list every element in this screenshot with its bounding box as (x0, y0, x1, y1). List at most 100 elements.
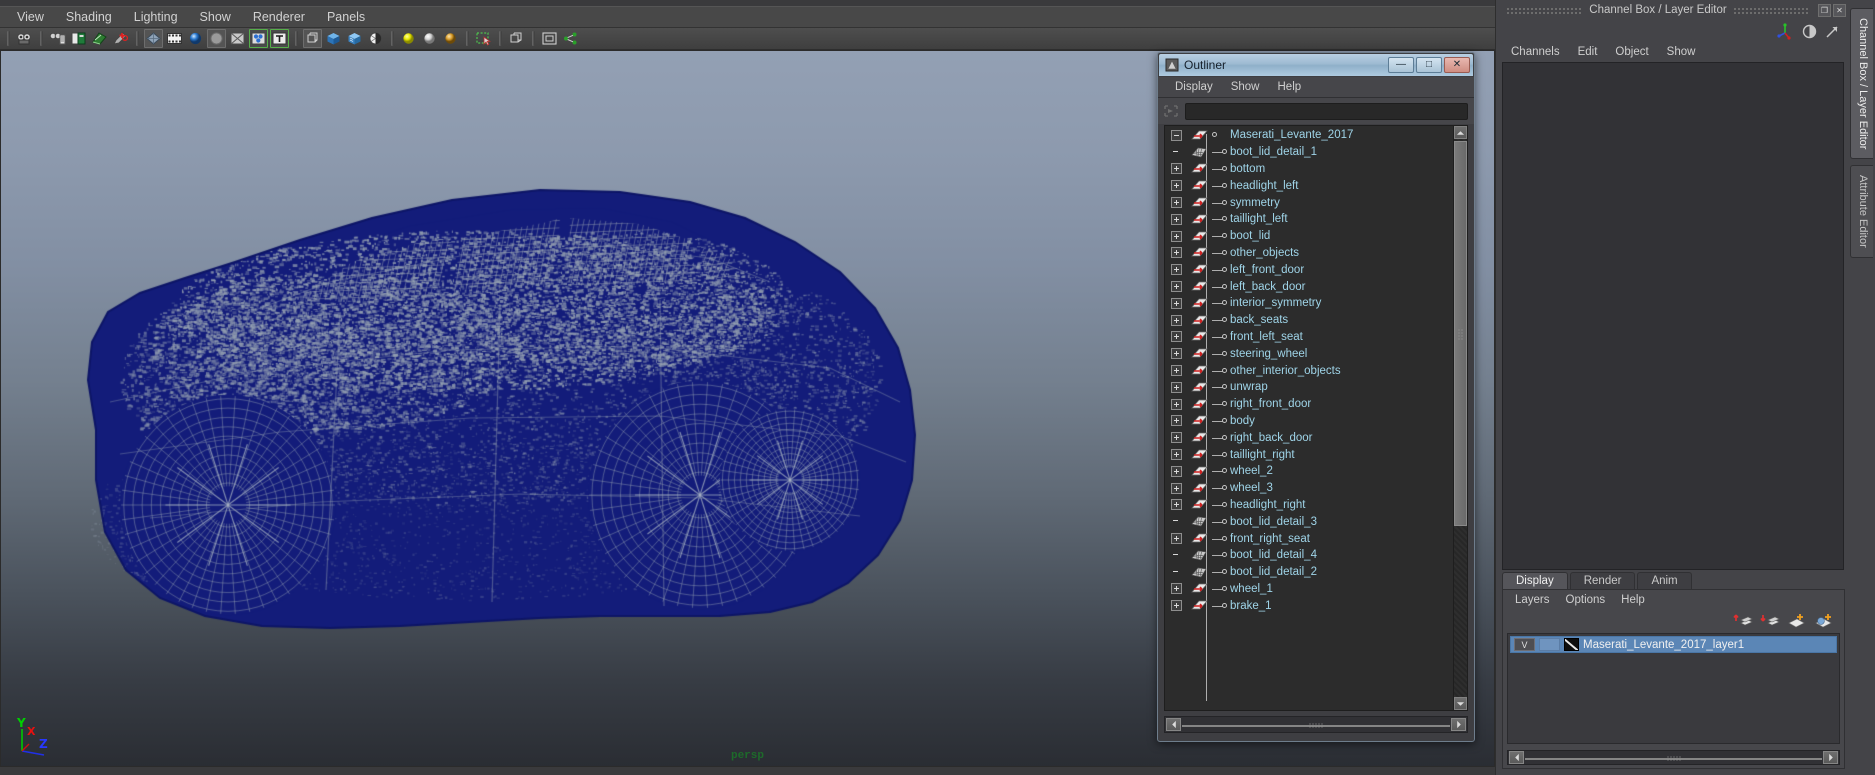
viewport-menu-shading[interactable]: Shading (55, 8, 123, 26)
outliner-vertical-scrollbar[interactable] (1453, 126, 1467, 710)
expand-icon[interactable] (1171, 264, 1182, 276)
axis-manipulator-icon[interactable] (1777, 22, 1794, 40)
light-amber-icon[interactable] (441, 29, 460, 48)
texture-icon[interactable] (249, 29, 268, 48)
filter-expand-icon[interactable] (1162, 103, 1180, 119)
expand-icon[interactable] (1171, 281, 1182, 293)
outliner-item-front_left_seat[interactable]: front_left_seat (1165, 329, 1453, 346)
outliner-minimize-button[interactable]: — (1388, 57, 1414, 73)
layer-hscroll-left-arrow-icon[interactable] (1509, 751, 1524, 764)
outliner-item-left_back_door[interactable]: left_back_door (1165, 278, 1453, 295)
layer-tab-render[interactable]: Render (1569, 572, 1636, 589)
panel-layout-icon[interactable] (540, 29, 559, 48)
outliner-item-unwrap[interactable]: unwrap (1165, 379, 1453, 396)
scroll-up-arrow-icon[interactable] (1454, 126, 1467, 139)
right-panel-restore-button[interactable]: ❐ (1818, 3, 1832, 17)
layer-visibility-toggle[interactable]: V (1514, 638, 1535, 651)
half-circle-icon[interactable] (1802, 24, 1817, 39)
expand-icon[interactable] (1171, 533, 1182, 545)
expand-icon[interactable] (1171, 163, 1182, 175)
expand-icon[interactable] (1171, 449, 1182, 461)
expand-icon[interactable] (1171, 213, 1182, 225)
outliner-item-right_back_door[interactable]: right_back_door (1165, 429, 1453, 446)
layer-playback-toggle[interactable] (1539, 638, 1560, 651)
layer-shading-swatch-icon[interactable] (1564, 638, 1579, 651)
layer-menu-help[interactable]: Help (1613, 593, 1653, 607)
outliner-item-right_front_door[interactable]: right_front_door (1165, 396, 1453, 413)
layer-tab-display[interactable]: Display (1502, 572, 1568, 589)
light-white-icon[interactable] (420, 29, 439, 48)
select-marquee-icon[interactable] (474, 29, 493, 48)
hscroll-left-arrow-icon[interactable] (1166, 718, 1181, 731)
channelbox-menu-channels[interactable]: Channels (1502, 44, 1569, 60)
arrow-up-right-icon[interactable] (1825, 24, 1840, 39)
layer-tab-anim[interactable]: Anim (1637, 572, 1692, 589)
channelbox-menu-edit[interactable]: Edit (1569, 44, 1607, 60)
move-layer-down-icon[interactable] (1760, 612, 1780, 629)
outliner-item-wheel_2[interactable]: wheel_2 (1165, 463, 1453, 480)
expand-icon[interactable] (1171, 583, 1182, 595)
share-graph-icon[interactable] (561, 29, 580, 48)
channel-box-content[interactable] (1502, 62, 1844, 570)
outliner-item-taillight_right[interactable]: taillight_right (1165, 446, 1453, 463)
channelbox-menu-show[interactable]: Show (1658, 44, 1705, 60)
outliner-item-other_interior_objects[interactable]: other_interior_objects (1165, 362, 1453, 379)
new-layer-from-selected-icon[interactable] (1814, 612, 1834, 629)
outliner-item-left_front_door[interactable]: left_front_door (1165, 261, 1453, 278)
checker-sphere-icon[interactable] (366, 29, 385, 48)
shaded-box-icon[interactable] (324, 29, 343, 48)
two-d-pan-zoom-icon[interactable] (90, 29, 109, 48)
viewport-menu-show[interactable]: Show (189, 8, 242, 26)
outliner-maximize-button[interactable]: □ (1416, 57, 1442, 73)
collapse-icon[interactable] (1171, 129, 1182, 141)
outliner-titlebar[interactable]: Outliner — □ ✕ (1159, 54, 1473, 76)
outliner-menu-help[interactable]: Help (1269, 79, 1311, 95)
expand-icon[interactable] (1171, 398, 1182, 410)
layer-list-horizontal-scrollbar[interactable] (1507, 750, 1840, 765)
outliner-item-wheel_1[interactable]: wheel_1 (1165, 581, 1453, 598)
outliner-item-other_objects[interactable]: other_objects (1165, 245, 1453, 262)
expand-icon[interactable] (1171, 381, 1182, 393)
outliner-item-body[interactable]: body (1165, 413, 1453, 430)
outliner-item-back_seats[interactable]: back_seats (1165, 312, 1453, 329)
outliner-item-taillight_left[interactable]: taillight_left (1165, 211, 1453, 228)
expand-icon[interactable] (1171, 415, 1182, 427)
horizontal-scroll-thumb[interactable] (1182, 722, 1450, 729)
outliner-item-boot_lid_detail_4[interactable]: boot_lid_detail_4 (1165, 547, 1453, 564)
outliner-item-boot_lid_detail_1[interactable]: boot_lid_detail_1 (1165, 144, 1453, 161)
text-overlay-icon[interactable] (270, 29, 289, 48)
expand-icon[interactable] (1171, 230, 1182, 242)
outliner-item-steering_wheel[interactable]: steering_wheel (1165, 345, 1453, 362)
outliner-menu-show[interactable]: Show (1222, 79, 1269, 95)
expand-icon[interactable] (1171, 365, 1182, 377)
expand-icon[interactable] (1171, 314, 1182, 326)
shaded-sphere-icon[interactable] (186, 29, 205, 48)
expand-icon[interactable] (1171, 348, 1182, 360)
expand-icon[interactable] (1171, 247, 1182, 259)
outliner-item-headlight_left[interactable]: headlight_left (1165, 177, 1453, 194)
vertical-scroll-track[interactable] (1454, 139, 1467, 697)
expand-icon[interactable] (1171, 297, 1182, 309)
vertical-tab-channel-box-layer-editor[interactable]: Channel Box / Layer Editor (1850, 8, 1873, 160)
outliner-item-boot_lid_detail_3[interactable]: boot_lid_detail_3 (1165, 513, 1453, 530)
outliner-tree[interactable]: Maserati_Levante_2017 boot_lid_detail_1 bo… (1165, 126, 1453, 710)
outliner-close-button[interactable]: ✕ (1444, 57, 1470, 73)
grease-pencil-icon[interactable] (111, 29, 130, 48)
outliner-item-brake_1[interactable]: brake_1 (1165, 597, 1453, 614)
outliner-window[interactable]: Outliner — □ ✕ Display Show Help Maserati_… (1157, 52, 1475, 742)
xray-icon[interactable] (228, 29, 247, 48)
panel-drag-grip-left[interactable] (1506, 6, 1584, 14)
outliner-item-interior_symmetry[interactable]: interior_symmetry (1165, 295, 1453, 312)
wireframe-box-icon[interactable] (303, 29, 322, 48)
scroll-down-arrow-icon[interactable] (1454, 697, 1467, 710)
outliner-item-headlight_right[interactable]: headlight_right (1165, 497, 1453, 514)
outliner-item-boot_lid[interactable]: boot_lid (1165, 228, 1453, 245)
expand-icon[interactable] (1171, 331, 1182, 343)
shaded-textured-box-icon[interactable] (345, 29, 364, 48)
viewport-menu-view[interactable]: View (6, 8, 55, 26)
vertical-scroll-thumb[interactable] (1454, 141, 1467, 526)
panel-drag-grip-right[interactable] (1732, 6, 1811, 14)
expand-icon[interactable] (1171, 180, 1182, 192)
hscroll-right-arrow-icon[interactable] (1451, 718, 1466, 731)
display-layer-row[interactable]: V Maserati_Levante_2017_layer1 (1510, 636, 1837, 653)
